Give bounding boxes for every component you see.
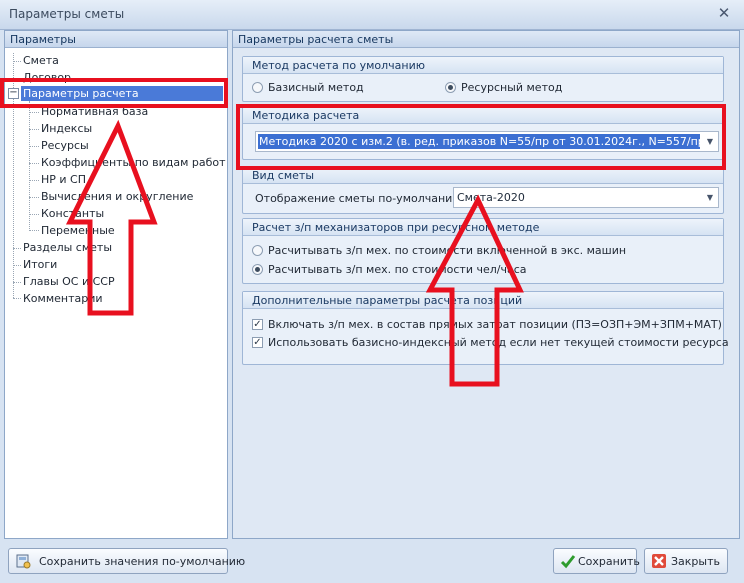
- base-index-label: Использовать базисно-индексный метод есл…: [268, 336, 729, 349]
- tree-item-indexes[interactable]: Индексы: [41, 122, 92, 135]
- close-button[interactable]: Закрыть: [644, 548, 728, 574]
- tree-connector: [13, 248, 21, 249]
- collapse-icon[interactable]: −: [8, 88, 19, 99]
- resource-method-label: Ресурсный метод: [461, 81, 563, 94]
- wage-option1-label: Расчитывать з/п мех. по стоимости включе…: [268, 244, 627, 257]
- method-group: Метод расчета по умолчанию Базисный мето…: [242, 56, 724, 102]
- tree-item-label: Параметры расчета: [23, 87, 139, 100]
- tree-item-nr-sp[interactable]: НР и СП: [41, 173, 86, 186]
- tree-connector: [29, 180, 39, 181]
- view-group-title: Вид сметы: [243, 167, 723, 184]
- extra-params-title: Дополнительные параметры расчета позиций: [243, 292, 723, 309]
- wage-option2-label: Расчитывать з/п мех. по стоимости чел/ча…: [268, 263, 527, 276]
- settings-header: Параметры расчета сметы: [233, 31, 739, 48]
- tree-item-comments[interactable]: Комментарии: [23, 292, 103, 305]
- resource-method-radio[interactable]: [445, 82, 456, 93]
- tree-item-variables[interactable]: Переменные: [41, 224, 115, 237]
- methodology-group: Методика расчета Методика 2020 с изм.2 (…: [242, 106, 724, 160]
- tree-connector: [29, 112, 39, 113]
- wage-group: Расчет з/п механизаторов при ресурсном м…: [242, 218, 724, 284]
- wage-option1-radio[interactable]: [252, 245, 263, 256]
- view-label: Отображение сметы по-умолчанию:: [255, 192, 466, 205]
- tree-item-sections[interactable]: Разделы сметы: [23, 241, 112, 254]
- close-icon[interactable]: ✕: [716, 5, 732, 21]
- tree-item-contract[interactable]: Договор: [23, 71, 71, 84]
- checkmark-icon: [560, 555, 576, 569]
- save-button[interactable]: Сохранить: [553, 548, 640, 574]
- tree-connector: [29, 101, 30, 229]
- tree-item-rounding[interactable]: Вычисления и округление: [41, 190, 193, 203]
- tree-item-totals[interactable]: Итоги: [23, 258, 57, 271]
- tree-connector: [29, 230, 39, 231]
- wage-group-title: Расчет з/п механизаторов при ресурсном м…: [243, 219, 723, 236]
- tree-connector: [29, 214, 39, 215]
- tree-panel: Параметры Смета Договор − Параметры расч…: [4, 30, 228, 539]
- view-value: Смета-2020: [457, 191, 525, 204]
- methodology-value: Методика 2020 с изм.2 (в. ред. приказов …: [258, 134, 700, 149]
- chevron-down-icon[interactable]: ▼: [702, 132, 718, 151]
- tree-header: Параметры: [5, 31, 227, 48]
- methodology-group-title: Методика расчета: [243, 107, 723, 124]
- tree-item-estimate[interactable]: Смета: [23, 54, 59, 67]
- base-index-checkbox[interactable]: ✓: [252, 337, 263, 348]
- view-select[interactable]: Смета-2020 ▼: [453, 187, 719, 208]
- tree-item-chapters[interactable]: Главы ОС и ССР: [23, 275, 115, 288]
- tree-connector: [13, 282, 21, 283]
- tree-connector: [29, 197, 39, 198]
- tree-item-coefficients[interactable]: Коэффициенты по видам работ: [41, 156, 226, 169]
- save-default-label: Сохранить значения по-умолчанию: [39, 555, 246, 568]
- tree-item-calc-params[interactable]: Параметры расчета: [21, 86, 223, 101]
- save-label: Сохранить: [578, 555, 640, 568]
- methodology-select[interactable]: Методика 2020 с изм.2 (в. ред. приказов …: [255, 131, 719, 152]
- tree-connector: [29, 163, 39, 164]
- view-group: Вид сметы Отображение сметы по-умолчанию…: [242, 166, 724, 214]
- tree-connector: [13, 265, 21, 266]
- tree-item-resources[interactable]: Ресурсы: [41, 139, 89, 152]
- chevron-down-icon[interactable]: ▼: [702, 188, 718, 207]
- include-wage-checkbox[interactable]: ✓: [252, 319, 263, 330]
- include-wage-label: Включать з/п мех. в состав прямых затрат…: [268, 318, 722, 331]
- tree-connector: [13, 298, 21, 299]
- tree-item-constants[interactable]: Константы: [41, 207, 104, 220]
- wage-option2-radio[interactable]: [252, 264, 263, 275]
- basic-method-radio[interactable]: [252, 82, 263, 93]
- save-default-button[interactable]: Сохранить значения по-умолчанию: [8, 548, 245, 574]
- tree-connector: [13, 61, 21, 62]
- close-icon: [652, 554, 666, 568]
- extra-params-group: Дополнительные параметры расчета позиций…: [242, 291, 729, 365]
- close-label: Закрыть: [671, 555, 720, 568]
- window-title: Параметры сметы: [9, 7, 125, 21]
- save-settings-icon: [16, 554, 31, 569]
- basic-method-label: Базисный метод: [268, 81, 364, 94]
- tree-connector: [29, 129, 39, 130]
- tree-connector: [29, 146, 39, 147]
- title-bar: Параметры сметы ✕: [0, 0, 744, 30]
- tree-item-norm-base[interactable]: Нормативная база: [41, 105, 148, 118]
- tree-connector: [13, 78, 21, 79]
- method-group-title: Метод расчета по умолчанию: [243, 57, 723, 74]
